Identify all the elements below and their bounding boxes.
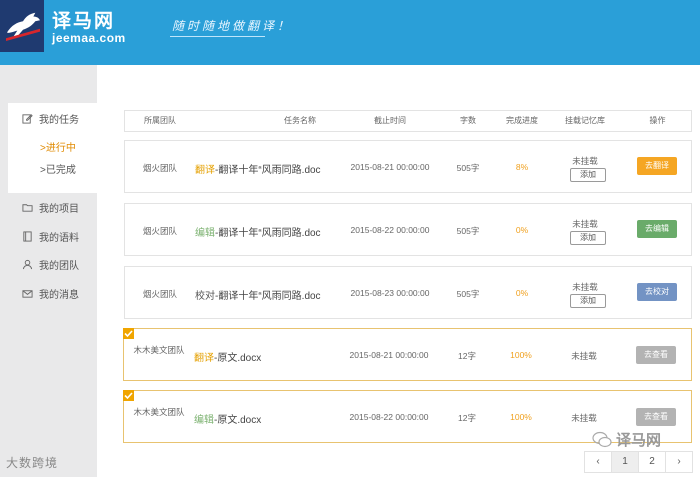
col-team: 所属团队 [144, 116, 176, 125]
mail-icon [22, 290, 33, 298]
top-header: 译马网 jeemaa.com 随时随地做翻译！ [0, 0, 700, 65]
go-translate-button[interactable]: 去翻译 [637, 157, 677, 175]
table-row: 烟火团队 翻译-翻译十年“风雨同路.doc 2015-08-21 00:00:0… [124, 140, 692, 193]
col-memory: 挂载记忆库 [565, 116, 605, 125]
go-view-button[interactable]: 去查看 [636, 408, 676, 426]
row-task-name[interactable]: 翻译-原文.docx [194, 349, 261, 364]
sidebar-label-my-team: 我的团队 [39, 261, 79, 272]
row-progress: 8% [515, 162, 529, 172]
row-team: 烟火团队 [142, 226, 177, 236]
row-memory: 未挂载 [572, 282, 598, 292]
horse-logo-icon [6, 12, 41, 42]
sidebar-item-my-corpus[interactable]: 我的语料 [22, 229, 79, 244]
row-progress: 100% [510, 412, 532, 422]
watermark-left: 大数跨境 [6, 456, 59, 470]
add-memory-button[interactable]: 添加 [570, 168, 606, 182]
sidebar-label-my-corpus: 我的语料 [39, 233, 79, 244]
row-task-name[interactable]: 校对-翻译十年“风雨同路.doc [195, 287, 321, 302]
pagination: ‹ 1 2 › [584, 451, 693, 473]
row-task-name[interactable]: 翻译-翻译十年“风雨同路.doc [195, 161, 321, 176]
wechat-icon [592, 431, 612, 447]
next-page-button[interactable]: › [665, 451, 693, 473]
col-action: 操作 [649, 116, 666, 125]
folder-icon [22, 204, 33, 212]
task-file: -翻译十年“风雨同路.doc [215, 291, 321, 302]
task-type: 翻译 [194, 353, 214, 364]
slogan: 随时随地做翻译！ [172, 19, 293, 33]
row-memory: 未挂载 [572, 156, 598, 166]
task-file: -原文.docx [214, 353, 262, 364]
row-deadline: 2015-08-21 00:00:00 [350, 162, 430, 172]
page-2-button[interactable]: 2 [638, 451, 666, 473]
row-memory: 未挂载 [571, 413, 597, 423]
table-row: 烟火团队 校对-翻译十年“风雨同路.doc 2015-08-23 00:00:0… [124, 266, 692, 319]
sidebar-label-my-messages: 我的消息 [39, 290, 79, 301]
row-checkbox[interactable] [123, 328, 134, 339]
sidebar-item-my-tasks[interactable]: 我的任务 [22, 111, 79, 126]
row-memory: 未挂载 [571, 351, 597, 361]
slogan-underline [170, 36, 265, 37]
col-task-name: 任务名称 [284, 116, 316, 125]
task-file: -原文.docx [214, 415, 262, 426]
table-row-selected[interactable]: 木木美文团队 翻译-原文.docx 2015-08-21 00:00:00 12… [123, 328, 692, 381]
sidebar: 我的任务 >进行中 >已完成 我的项目 我的语料 我的团队 我的消息 [0, 65, 97, 477]
team-icon [22, 259, 33, 270]
logo-mark[interactable] [0, 0, 44, 52]
logo-text-en: jeemaa.com [52, 31, 126, 45]
sidebar-label-my-projects: 我的项目 [39, 204, 79, 215]
row-team: 烟火团队 [142, 163, 177, 173]
sidebar-item-my-messages[interactable]: 我的消息 [22, 286, 79, 301]
col-progress: 完成进度 [506, 116, 538, 125]
watermark-right: 译马网 [592, 429, 661, 450]
row-words: 12字 [458, 351, 476, 361]
task-file: -翻译十年“风雨同路.doc [215, 228, 321, 239]
task-type: 编辑 [194, 415, 214, 426]
sidebar-label-my-tasks: 我的任务 [39, 115, 79, 126]
watermark-right-text: 译马网 [616, 432, 662, 449]
row-progress: 0% [515, 288, 529, 298]
col-deadline: 截止时间 [374, 116, 406, 125]
row-progress: 100% [510, 350, 532, 360]
table-row: 烟火团队 编辑-翻译十年“风雨同路.doc 2015-08-22 00:00:0… [124, 203, 692, 256]
checkmark-icon [124, 330, 133, 338]
go-proofread-button[interactable]: 去校对 [637, 283, 677, 301]
sidebar-sub-in-progress[interactable]: >进行中 [40, 139, 76, 154]
book-icon [23, 231, 32, 242]
row-team: 木木美文团队 [133, 345, 185, 355]
page-1-button[interactable]: 1 [611, 451, 639, 473]
sidebar-item-my-team[interactable]: 我的团队 [22, 257, 79, 272]
row-task-name[interactable]: 编辑-原文.docx [194, 411, 261, 426]
sidebar-item-my-projects[interactable]: 我的项目 [22, 200, 79, 215]
table-header: 所属团队 任务名称 截止时间 字数 完成进度 挂载记忆库 操作 [124, 110, 692, 132]
task-type: 编辑 [195, 228, 215, 239]
task-file: -翻译十年“风雨同路.doc [215, 165, 321, 176]
edit-icon [22, 114, 33, 124]
logo-text-cn: 译马网 [52, 11, 116, 32]
sidebar-sub-completed[interactable]: >已完成 [40, 161, 76, 176]
col-words: 字数 [460, 116, 476, 125]
row-words: 12字 [458, 413, 476, 423]
row-team: 烟火团队 [142, 289, 177, 299]
add-memory-button[interactable]: 添加 [570, 294, 606, 308]
checkmark-icon [124, 392, 133, 400]
row-deadline: 2015-08-23 00:00:00 [350, 288, 430, 298]
row-task-name[interactable]: 编辑-翻译十年“风雨同路.doc [195, 224, 321, 239]
row-deadline: 2015-08-22 00:00:00 [350, 225, 430, 235]
add-memory-button[interactable]: 添加 [570, 231, 606, 245]
task-type: 翻译 [195, 165, 215, 176]
task-type: 校对 [195, 291, 215, 302]
prev-page-button[interactable]: ‹ [584, 451, 612, 473]
row-progress: 0% [515, 225, 529, 235]
row-memory: 未挂载 [572, 219, 598, 229]
go-view-button[interactable]: 去查看 [636, 346, 676, 364]
row-words: 505字 [456, 163, 480, 173]
row-deadline: 2015-08-22 00:00:00 [349, 412, 429, 422]
row-words: 505字 [456, 226, 480, 236]
row-deadline: 2015-08-21 00:00:00 [349, 350, 429, 360]
row-team: 木木美文团队 [133, 407, 185, 417]
go-edit-button[interactable]: 去编辑 [637, 220, 677, 238]
row-checkbox[interactable] [123, 390, 134, 401]
row-words: 505字 [456, 289, 480, 299]
